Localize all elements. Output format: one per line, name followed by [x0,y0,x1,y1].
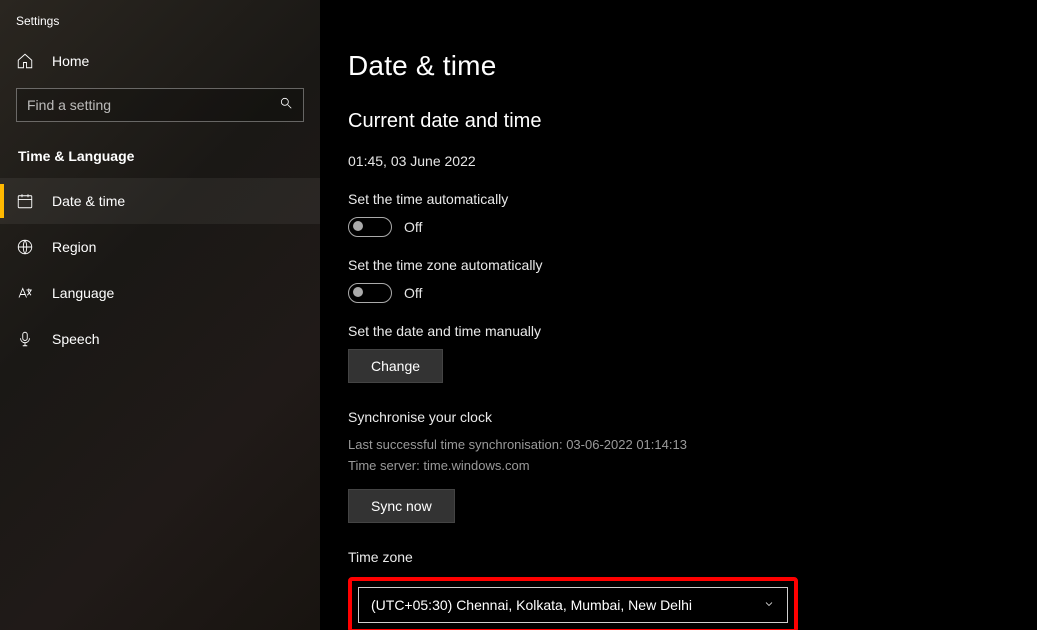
current-date-time-heading: Current date and time [348,110,1009,133]
globe-icon [16,238,34,256]
sync-last-line: Last successful time synchronisation: 03… [348,435,1009,456]
search-input[interactable] [27,97,279,113]
auto-timezone-label: Set the time zone automatically [348,257,1009,273]
microphone-icon [16,330,34,348]
nav-home[interactable]: Home [0,42,320,80]
sidebar-item-region[interactable]: Region [0,224,320,270]
main-content: Date & time Current date and time 01:45,… [320,0,1037,630]
date-time-icon [16,192,34,210]
search-input-wrap[interactable] [16,88,304,122]
language-icon [16,284,34,302]
auto-timezone-state: Off [404,285,422,301]
manual-time-label: Set the date and time manually [348,323,1009,339]
timezone-select[interactable]: (UTC+05:30) Chennai, Kolkata, Mumbai, Ne… [358,587,788,623]
sidebar-item-speech[interactable]: Speech [0,316,320,362]
current-date-time-value: 01:45, 03 June 2022 [348,153,1009,169]
sidebar-section-heading: Time & Language [0,140,320,178]
sync-server-line: Time server: time.windows.com [348,456,1009,477]
auto-timezone-toggle[interactable] [348,283,392,303]
sync-clock-heading: Synchronise your clock [348,409,1009,425]
sidebar-item-language[interactable]: Language [0,270,320,316]
auto-time-label: Set the time automatically [348,191,1009,207]
chevron-down-icon [763,597,775,613]
page-title: Date & time [348,50,1009,82]
app-title: Settings [0,8,320,42]
search-icon [279,96,293,115]
nav-home-label: Home [52,53,89,69]
sidebar-item-date-time[interactable]: Date & time [0,178,320,224]
sidebar: Settings Home Time & Language Date & tim… [0,0,320,630]
home-icon [16,52,34,70]
sidebar-item-label: Date & time [52,193,125,209]
change-button[interactable]: Change [348,349,443,383]
timezone-highlight-box: (UTC+05:30) Chennai, Kolkata, Mumbai, Ne… [348,577,798,630]
timezone-label: Time zone [348,549,1009,565]
auto-time-state: Off [404,219,422,235]
sidebar-item-label: Speech [52,331,99,347]
sidebar-item-label: Language [52,285,114,301]
auto-time-toggle[interactable] [348,217,392,237]
toggle-knob [353,287,363,297]
sidebar-item-label: Region [52,239,96,255]
sync-now-button[interactable]: Sync now [348,489,455,523]
toggle-knob [353,221,363,231]
timezone-selected-value: (UTC+05:30) Chennai, Kolkata, Mumbai, Ne… [371,597,692,613]
